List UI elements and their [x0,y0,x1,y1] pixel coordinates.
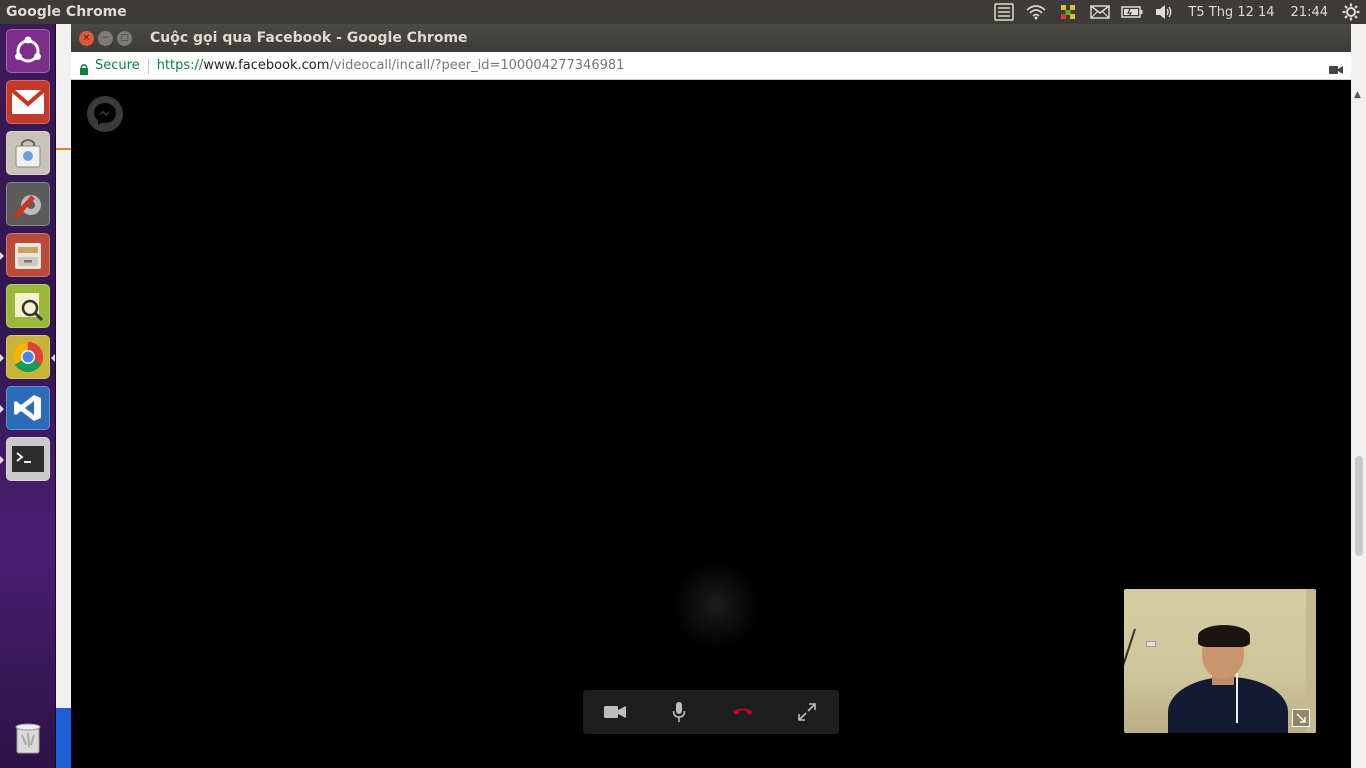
window-titlebar[interactable]: × − □ Cuộc gọi qua Facebook - Google Chr… [71,24,1351,52]
mail-icon[interactable] [1084,0,1116,24]
ubuntu-logo-icon [15,36,41,63]
scroll-up-icon[interactable]: ▲ [1354,90,1361,100]
launcher-terminal[interactable] [6,437,50,481]
camera-toggle-button[interactable] [595,692,635,732]
mail-icon [11,89,45,114]
launcher-ubuntu-dash[interactable] [6,29,50,73]
keyboard-icon[interactable] [988,0,1020,24]
close-button[interactable]: × [79,30,94,46]
self-view-person [1236,673,1238,723]
launcher [0,24,56,768]
shopping-bag-icon [15,139,41,168]
fullscreen-button[interactable] [787,692,827,732]
camera-icon [604,706,626,718]
indicator-area: T5 Thg 12 14 21:44 [988,0,1366,24]
url-host: www.facebook.com [203,58,330,73]
window-title: Cuộc gọi qua Facebook - Google Chrome [150,30,468,46]
resize-icon [1296,713,1306,723]
background-scrollbar[interactable]: ▲ [1350,24,1366,768]
remote-video [671,560,761,650]
launcher-system-monitor[interactable] [6,284,50,328]
launcher-software-center[interactable] [6,131,50,175]
file-cabinet-icon [15,243,41,269]
launcher-running-indicator [0,405,4,413]
call-controls [583,690,839,734]
video-call-area[interactable] [71,80,1351,768]
url-text[interactable]: https://www.facebook.com/videocall/incal… [157,58,625,73]
minimize-icon: − [101,32,110,43]
lock-icon[interactable] [79,60,89,75]
messenger-icon [87,96,123,132]
self-view-person [1198,625,1250,647]
url-scheme: https:// [156,58,204,73]
gear-icon[interactable] [1336,0,1366,24]
active-app-name: Google Chrome [6,4,127,20]
terminal-icon [12,446,44,472]
magnifier-icon [15,293,44,322]
secure-label[interactable]: Secure [95,58,140,73]
url-path: /videocall/incall/?peer_id=1000042773469… [329,58,625,73]
fullscreen-icon [798,703,816,721]
self-view-background [1124,628,1136,733]
clock-indicator[interactable]: 21:44 [1283,0,1336,24]
chrome-icon [12,342,44,373]
battery-icon[interactable] [1116,0,1148,24]
self-view-person [1168,677,1288,733]
minimize-button[interactable]: − [98,30,113,46]
launcher-active-indicator [51,354,55,362]
camera-in-use-icon[interactable] [1329,60,1343,79]
launcher-trash[interactable] [6,716,50,760]
background-accent [56,708,71,768]
self-view-background [1146,641,1156,647]
top-panel: Google Chrome T5 Thg 12 14 21:44 [0,0,1366,24]
end-call-icon [733,708,753,715]
date-indicator[interactable]: T5 Thg 12 14 [1180,0,1282,24]
launcher-gmail[interactable] [6,80,50,124]
launcher-google-chrome[interactable] [6,335,50,379]
launcher-running-indicator [0,354,4,362]
microphone-toggle-button[interactable] [659,692,699,732]
volume-icon[interactable] [1148,0,1180,24]
maximize-button[interactable]: □ [117,30,132,46]
end-call-button[interactable] [723,692,763,732]
launcher-files[interactable] [6,233,50,277]
background-accent [56,148,71,150]
launcher-system-settings[interactable] [6,182,50,226]
wrench-icon [13,195,41,219]
chrome-window: × − □ Cuộc gọi qua Facebook - Google Chr… [71,24,1351,768]
vscode-icon [14,395,41,421]
address-bar[interactable]: Secure https://www.facebook.com/videocal… [71,52,1351,80]
maximize-icon: □ [120,32,129,43]
self-view-video[interactable] [1124,589,1316,733]
microphone-icon [672,702,686,722]
dropbox-icon[interactable] [1052,0,1084,24]
address-separator [147,57,149,74]
scrollbar-thumb[interactable] [1355,456,1363,556]
launcher-vscode[interactable] [6,386,50,430]
launcher-running-indicator [0,252,4,260]
close-icon: × [82,32,91,43]
wifi-icon[interactable] [1020,0,1052,24]
expand-self-view-button[interactable] [1292,709,1310,727]
trash-icon [15,723,41,754]
launcher-running-indicator [0,456,4,464]
